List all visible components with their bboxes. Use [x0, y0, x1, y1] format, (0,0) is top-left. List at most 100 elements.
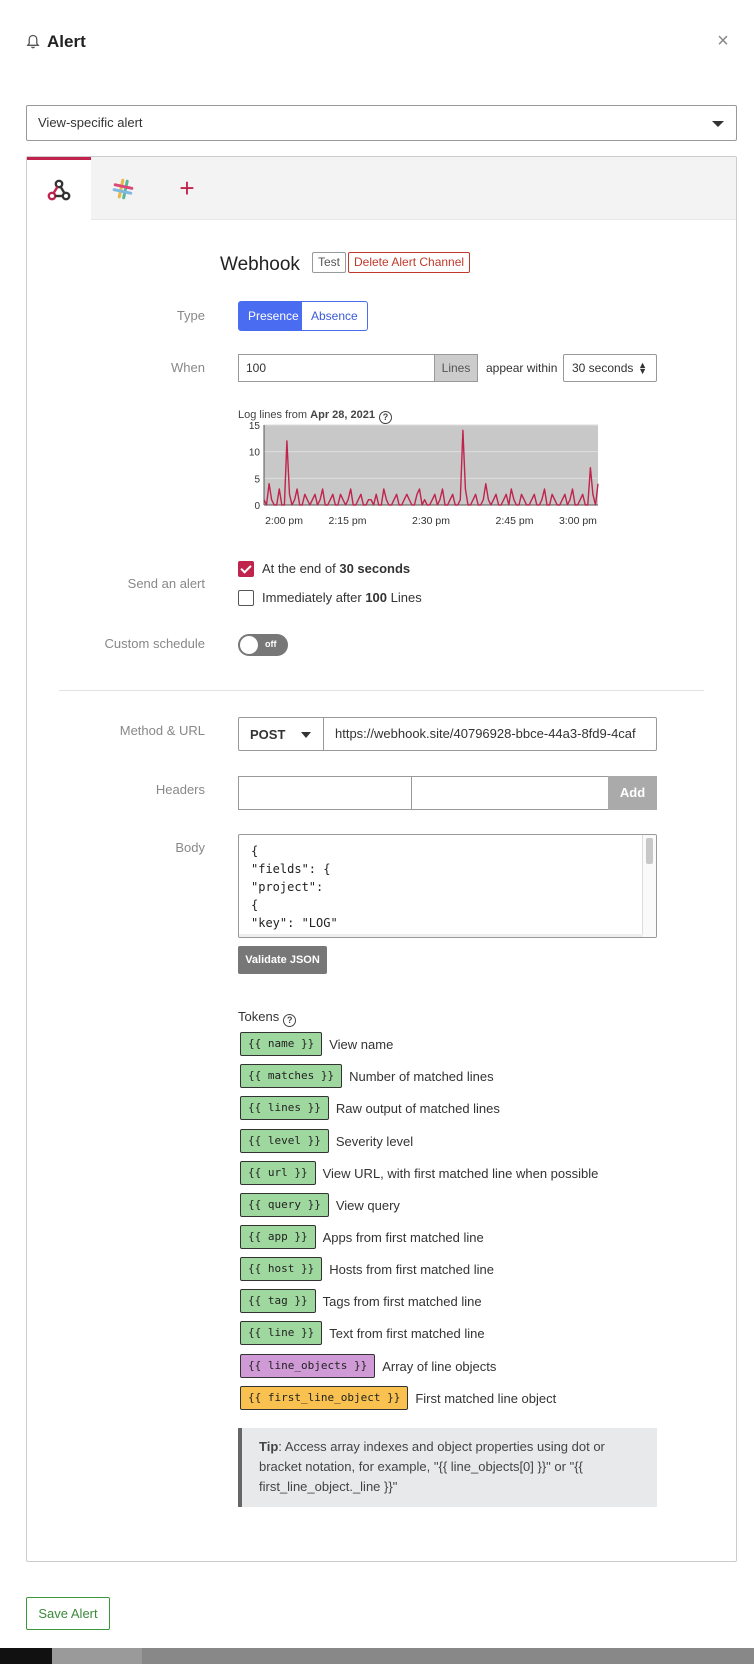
token-description: View name [329, 1036, 394, 1052]
tip-label: Tip [259, 1439, 279, 1454]
when-label: When [171, 360, 205, 375]
tab-slack[interactable] [91, 157, 155, 220]
add-header-button[interactable]: Add [608, 776, 657, 810]
log-volume-chart: 0 5 10 15 2:00 pm 2:15 pm 2:30 pm 2:45 pm 3:00 p… [249, 421, 599, 527]
immediately-text: Immediately after 100 Lines [262, 590, 422, 605]
alert-scope-select[interactable]: View-specific alert [26, 105, 737, 141]
token-chip[interactable]: {{ line_objects }} [240, 1354, 376, 1378]
http-method-select[interactable]: POST [238, 717, 324, 751]
delete-channel-button[interactable]: Delete Alert Channel [348, 252, 471, 273]
chart-y-tick-label: 0 [254, 501, 260, 512]
method-url-label: Method & URL [119, 723, 205, 738]
immediately-suffix: Lines [387, 590, 422, 605]
token-row: {{ level }} Severity level [240, 1129, 413, 1153]
tokens-title-text: Tokens [238, 1009, 280, 1024]
chart-y-tick-label: 10 [249, 448, 261, 459]
webhook-icon [47, 179, 71, 201]
sort-arrows-icon: ▲ ▼ [638, 360, 647, 376]
token-chip[interactable]: {{ query }} [240, 1193, 329, 1217]
token-description: Severity level [335, 1133, 414, 1149]
immediately-checkbox[interactable] [238, 590, 254, 606]
tokens-title: Tokens? [238, 1009, 297, 1027]
validate-json-button[interactable]: Validate JSON [238, 946, 327, 974]
token-description: Apps from first matched line [322, 1229, 484, 1245]
token-chip[interactable]: {{ url }} [240, 1161, 316, 1185]
section-divider [59, 690, 704, 691]
toggle-state-text: off [265, 639, 277, 649]
token-chip[interactable]: {{ level }} [240, 1129, 329, 1153]
line-count-input[interactable]: 100 [238, 354, 434, 382]
bell-icon [26, 34, 40, 49]
token-description: First matched line object [415, 1390, 557, 1406]
token-row: {{ lines }} Raw output of matched lines [240, 1096, 500, 1120]
token-row: {{ line }} Text from first matched line [240, 1321, 485, 1345]
send-alert-label: Send an alert [127, 576, 205, 591]
token-chip[interactable]: {{ lines }} [240, 1096, 329, 1120]
header-key-input[interactable] [238, 776, 412, 810]
tab-webhook[interactable] [27, 157, 91, 220]
channel-tabs: + [27, 157, 736, 220]
token-description: Array of line objects [382, 1358, 497, 1374]
token-description: View URL, with first matched line when p… [322, 1165, 599, 1181]
time-window-value: 30 seconds [572, 361, 634, 375]
backdrop-strip [0, 1648, 754, 1664]
modal-title: Alert [47, 32, 86, 51]
token-description: Tags from first matched line [322, 1293, 482, 1309]
slack-icon [112, 178, 134, 199]
scrollbar-thumb[interactable] [646, 838, 653, 864]
token-row: {{ url }} View URL, with first matched li… [240, 1161, 598, 1185]
chart-plot-area [264, 425, 598, 505]
end-of-window-text: At the end of 30 seconds [262, 561, 410, 576]
token-row: {{ first_line_object }} First matched lin… [240, 1386, 556, 1410]
token-row: {{ host }} Hosts from first matched line [240, 1257, 494, 1281]
save-alert-button[interactable]: Save Alert [26, 1597, 110, 1630]
help-icon[interactable]: ? [283, 1014, 297, 1027]
immediately-value: 100 [365, 590, 388, 605]
appear-within-text: appear within [486, 361, 558, 375]
presence-button[interactable]: Presence [238, 301, 309, 331]
token-description: Text from first matched line [329, 1325, 485, 1341]
token-chip[interactable]: {{ host }} [240, 1257, 323, 1281]
body-horizontal-scrollbar[interactable] [239, 934, 643, 937]
webhook-url-input[interactable]: https://webhook.site/40796928-bbce-44a3-… [323, 717, 657, 751]
token-description: Hosts from first matched line [329, 1261, 494, 1277]
chart-x-tick-label: 2:45 pm [496, 515, 534, 527]
token-row: {{ matches }} Number of matched lines [240, 1064, 494, 1088]
absence-button[interactable]: Absence [301, 301, 368, 331]
close-icon[interactable]: × [714, 31, 732, 51]
body-label: Body [175, 840, 205, 855]
end-of-window-prefix: At the end of [262, 561, 340, 576]
chevron-down-icon [301, 732, 311, 738]
http-method-value: POST [250, 727, 286, 742]
token-chip[interactable]: {{ app }} [240, 1225, 316, 1249]
chevron-down-icon [712, 121, 724, 127]
body-scrollbar[interactable] [642, 835, 656, 937]
token-chip[interactable]: {{ tag }} [240, 1289, 316, 1313]
test-button[interactable]: Test [312, 252, 347, 273]
headers-label: Headers [155, 782, 205, 797]
token-row: {{ name }} View name [240, 1032, 393, 1056]
header-value-input[interactable] [411, 776, 609, 810]
custom-schedule-toggle[interactable]: off [238, 634, 288, 656]
channel-title: Webhook [220, 254, 300, 275]
token-description: View query [335, 1197, 400, 1213]
token-chip[interactable]: {{ matches }} [240, 1064, 343, 1088]
end-of-window-value: 30 seconds [339, 561, 411, 576]
time-window-select[interactable]: 30 seconds ▲ ▼ [563, 354, 657, 382]
type-label: Type [176, 308, 205, 323]
token-chip[interactable]: {{ name }} [240, 1032, 323, 1056]
token-description: Raw output of matched lines [335, 1100, 500, 1116]
toggle-knob [240, 636, 258, 654]
tip-callout: Tip: Access array indexes and object pro… [238, 1428, 657, 1507]
token-row: {{ app }} Apps from first matched line [240, 1225, 484, 1249]
custom-schedule-label: Custom schedule [104, 636, 205, 651]
token-description: Number of matched lines [349, 1068, 494, 1084]
body-textarea[interactable]: { "fields": { "project": { "key": "LOG" … [238, 834, 657, 938]
end-of-window-checkbox[interactable] [238, 561, 254, 577]
backdrop-dark [0, 1648, 52, 1664]
token-chip[interactable]: {{ first_line_object }} [240, 1386, 409, 1410]
token-chip[interactable]: {{ line }} [240, 1321, 323, 1345]
alert-scope-value: View-specific alert [38, 115, 143, 130]
body-content: { "fields": { "project": { "key": "LOG" … [251, 844, 338, 937]
tab-add-channel[interactable]: + [155, 157, 219, 220]
